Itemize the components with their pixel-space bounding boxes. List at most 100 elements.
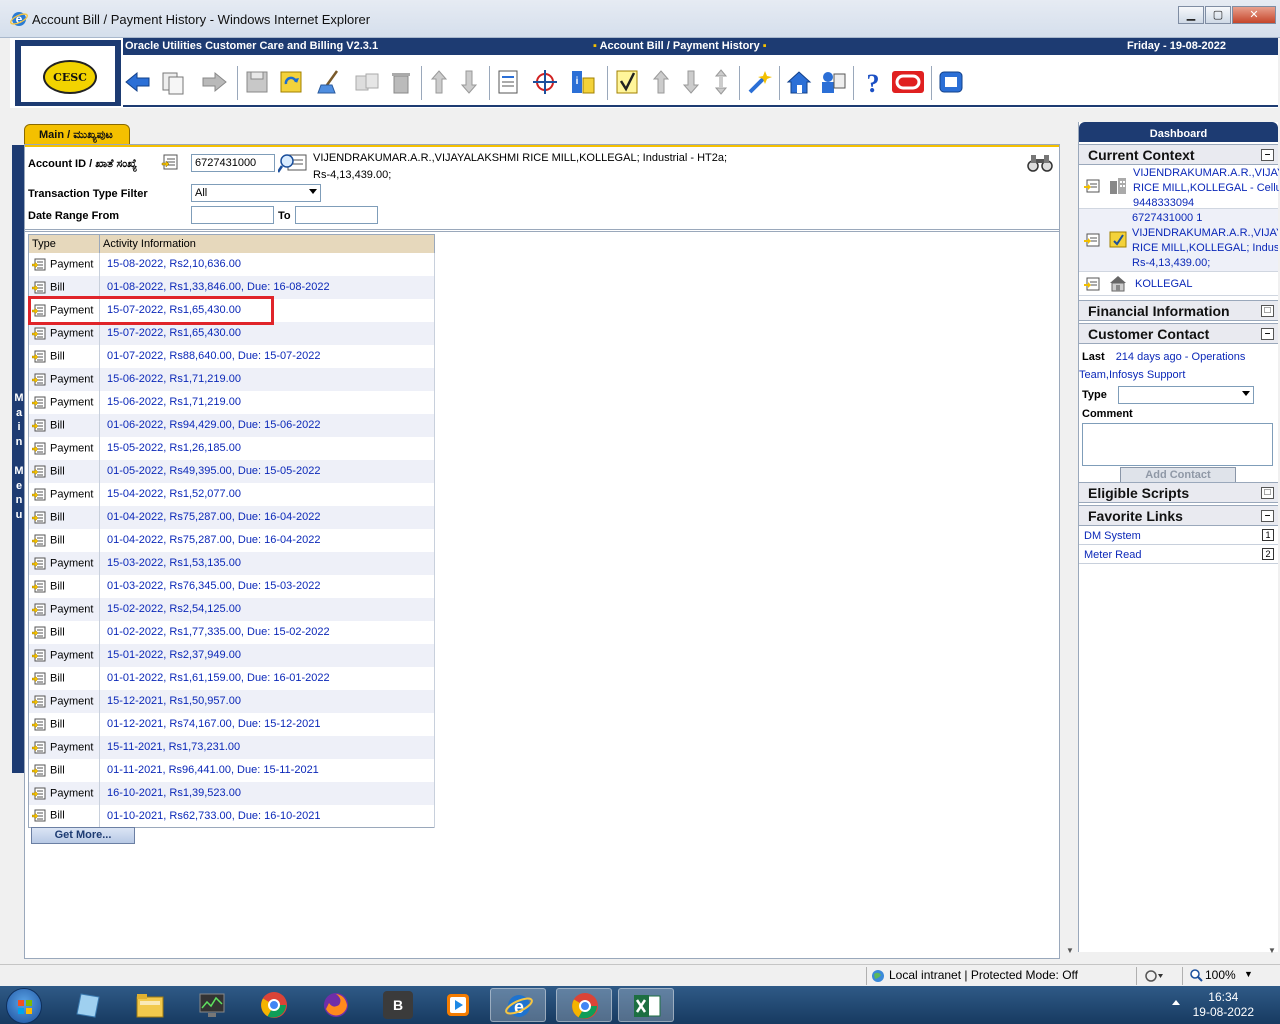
row-activity-link[interactable]: 01-12-2021, Rs74,167.00, Due: 15-12-2021 (99, 712, 435, 736)
context-link-icon[interactable] (32, 741, 46, 754)
context-link-icon[interactable] (32, 258, 46, 271)
taskbar-excel[interactable] (618, 988, 674, 1022)
collapse-toggle[interactable]: – (1261, 328, 1274, 340)
row-type-cell[interactable]: Payment (28, 436, 100, 460)
row-activity-link[interactable]: 01-07-2022, Rs88,640.00, Due: 15-07-2022 (99, 344, 435, 368)
taskbar-media-player[interactable] (430, 988, 486, 1022)
table-row[interactable]: Bill 01-02-2022, Rs1,77,335.00, Due: 15-0… (28, 620, 435, 644)
row-activity-link[interactable]: 15-11-2021, Rs1,73,231.00 (99, 735, 435, 759)
table-row[interactable]: Payment 15-08-2022, Rs2,10,636.00 (28, 252, 435, 276)
row-activity-link[interactable]: 01-06-2022, Rs94,429.00, Due: 15-06-2022 (99, 413, 435, 437)
expand-toggle[interactable]: □ (1261, 305, 1274, 317)
row-activity-link[interactable]: 15-04-2022, Rs1,52,077.00 (99, 482, 435, 506)
taskbar-firefox[interactable] (308, 988, 364, 1022)
row-activity-link[interactable]: 01-10-2021, Rs62,733.00, Due: 16-10-2021 (99, 804, 435, 828)
expand-toggle[interactable]: □ (1261, 487, 1274, 499)
protected-mode-icon[interactable] (1144, 969, 1164, 983)
target-crosshair-icon[interactable] (531, 68, 559, 96)
row-activity-link[interactable]: 01-11-2021, Rs96,441.00, Due: 15-11-2021 (99, 758, 435, 782)
favorite-links-header[interactable]: Favorite Links – (1079, 505, 1278, 526)
copy-icon[interactable] (353, 68, 381, 96)
context-link-icon[interactable] (32, 809, 46, 822)
table-row[interactable]: Bill 01-01-2022, Rs1,61,159.00, Due: 16-0… (28, 666, 435, 690)
main-menu-strip[interactable]: MainMenu (12, 145, 24, 773)
context-link-icon[interactable] (32, 327, 46, 340)
context-link-icon[interactable] (32, 419, 46, 432)
oracle-logo-icon[interactable] (891, 68, 925, 96)
row-activity-link[interactable]: 15-08-2022, Rs2,10,636.00 (99, 252, 435, 276)
date-from-input[interactable] (191, 206, 274, 224)
context-link-icon[interactable] (32, 281, 46, 294)
context-link-icon[interactable] (1084, 179, 1100, 193)
context-link-icon[interactable] (1084, 233, 1100, 247)
row-type-cell[interactable]: Bill (28, 344, 100, 368)
taskbar-clock[interactable]: 16:34 19-08-2022 (1193, 990, 1254, 1020)
table-row[interactable]: Payment 15-01-2022, Rs2,37,949.00 (28, 643, 435, 667)
taskbar-b-app[interactable]: B (370, 988, 426, 1022)
context-link-icon[interactable] (32, 649, 46, 662)
context-link-icon[interactable] (32, 626, 46, 639)
move-down-icon[interactable] (677, 68, 705, 96)
context-link-icon[interactable] (32, 465, 46, 478)
row-activity-link[interactable]: 16-10-2021, Rs1,39,523.00 (99, 781, 435, 805)
current-context-header[interactable]: Current Context – (1079, 144, 1278, 165)
table-row[interactable]: Payment 15-03-2022, Rs1,53,135.00 (28, 551, 435, 575)
context-link-icon[interactable] (32, 488, 46, 501)
row-type-cell[interactable]: Bill (28, 574, 100, 598)
context-link-icon[interactable] (32, 373, 46, 386)
taskbar-task-manager[interactable] (184, 988, 240, 1022)
account-id-input[interactable]: 6727431000 (191, 154, 275, 172)
row-type-cell[interactable]: Bill (28, 528, 100, 552)
row-activity-link[interactable]: 01-04-2022, Rs75,287.00, Due: 16-04-2022 (99, 528, 435, 552)
row-activity-link[interactable]: 15-06-2022, Rs1,71,219.00 (99, 390, 435, 414)
contact-type-select[interactable] (1118, 386, 1254, 404)
row-type-cell[interactable]: Payment (28, 390, 100, 414)
collapse-toggle[interactable]: – (1261, 510, 1274, 522)
next-down-icon[interactable] (455, 68, 483, 96)
tab-main[interactable]: Main / ಮುಖ್ಯಪುಟ (24, 124, 130, 145)
move-up-icon[interactable] (647, 68, 675, 96)
row-type-cell[interactable]: Bill (28, 666, 100, 690)
tray-expand-icon[interactable] (1172, 1000, 1180, 1005)
column-header-activity[interactable]: Activity Information (99, 234, 435, 253)
previous-up-icon[interactable] (425, 68, 453, 96)
back-arrow-icon[interactable] (123, 68, 151, 96)
delete-trash-icon[interactable] (387, 68, 415, 96)
zoom-chevron-down-icon[interactable]: ▼ (1244, 969, 1253, 979)
save-icon[interactable] (243, 68, 271, 96)
column-header-type[interactable]: Type (28, 234, 100, 253)
home-icon[interactable] (785, 68, 813, 96)
telephone-contact-icon[interactable] (937, 68, 965, 96)
table-row[interactable]: Bill 01-10-2021, Rs62,733.00, Due: 16-10-… (28, 804, 435, 828)
row-type-cell[interactable]: Bill (28, 505, 100, 529)
favorite-link-label[interactable]: Meter Read (1084, 549, 1141, 561)
scroll-down-arrow-icon[interactable]: ▼ (1066, 946, 1074, 955)
minimize-button[interactable]: ▁ (1178, 6, 1204, 24)
taskbar-chrome[interactable] (246, 988, 302, 1022)
context-link-icon[interactable] (32, 764, 46, 777)
account-context-icon[interactable] (161, 154, 179, 170)
clear-broom-icon[interactable] (315, 68, 343, 96)
comment-textarea[interactable] (1082, 423, 1273, 466)
row-type-cell[interactable]: Payment (28, 367, 100, 391)
context-account-text[interactable]: 6727431000 1 VIJENDRAKUMAR.A.R.,VIJAYA R… (1132, 211, 1278, 271)
table-row[interactable]: Bill 01-12-2021, Rs74,167.00, Due: 15-12-… (28, 712, 435, 736)
context-person[interactable]: VIJENDRAKUMAR.A.R.,VIJAYA RICE MILL,KOLL… (1079, 165, 1279, 211)
table-row[interactable]: Payment 16-10-2021, Rs1,39,523.00 (28, 781, 435, 805)
table-row[interactable]: Bill 01-06-2022, Rs94,429.00, Due: 15-06-… (28, 413, 435, 437)
history-pages-icon[interactable] (159, 68, 187, 96)
row-type-cell[interactable]: Bill (28, 413, 100, 437)
table-row[interactable]: Payment 15-06-2022, Rs1,71,219.00 (28, 367, 435, 391)
context-link-icon[interactable] (32, 511, 46, 524)
row-type-cell[interactable]: Payment (28, 551, 100, 575)
search-magnifier-icon[interactable] (278, 152, 308, 174)
table-row[interactable]: Payment 15-11-2021, Rs1,73,231.00 (28, 735, 435, 759)
user-dashboard-icon[interactable] (819, 68, 847, 96)
context-person-text[interactable]: VIJENDRAKUMAR.A.R.,VIJAYA RICE MILL,KOLL… (1133, 166, 1279, 211)
row-activity-link[interactable]: 01-02-2022, Rs1,77,335.00, Due: 15-02-20… (99, 620, 435, 644)
get-more-button[interactable]: Get More... (31, 827, 135, 844)
context-link-icon[interactable] (32, 695, 46, 708)
date-to-input[interactable] (295, 206, 378, 224)
context-link-icon[interactable] (32, 396, 46, 409)
eligible-scripts-header[interactable]: Eligible Scripts □ (1079, 482, 1278, 503)
